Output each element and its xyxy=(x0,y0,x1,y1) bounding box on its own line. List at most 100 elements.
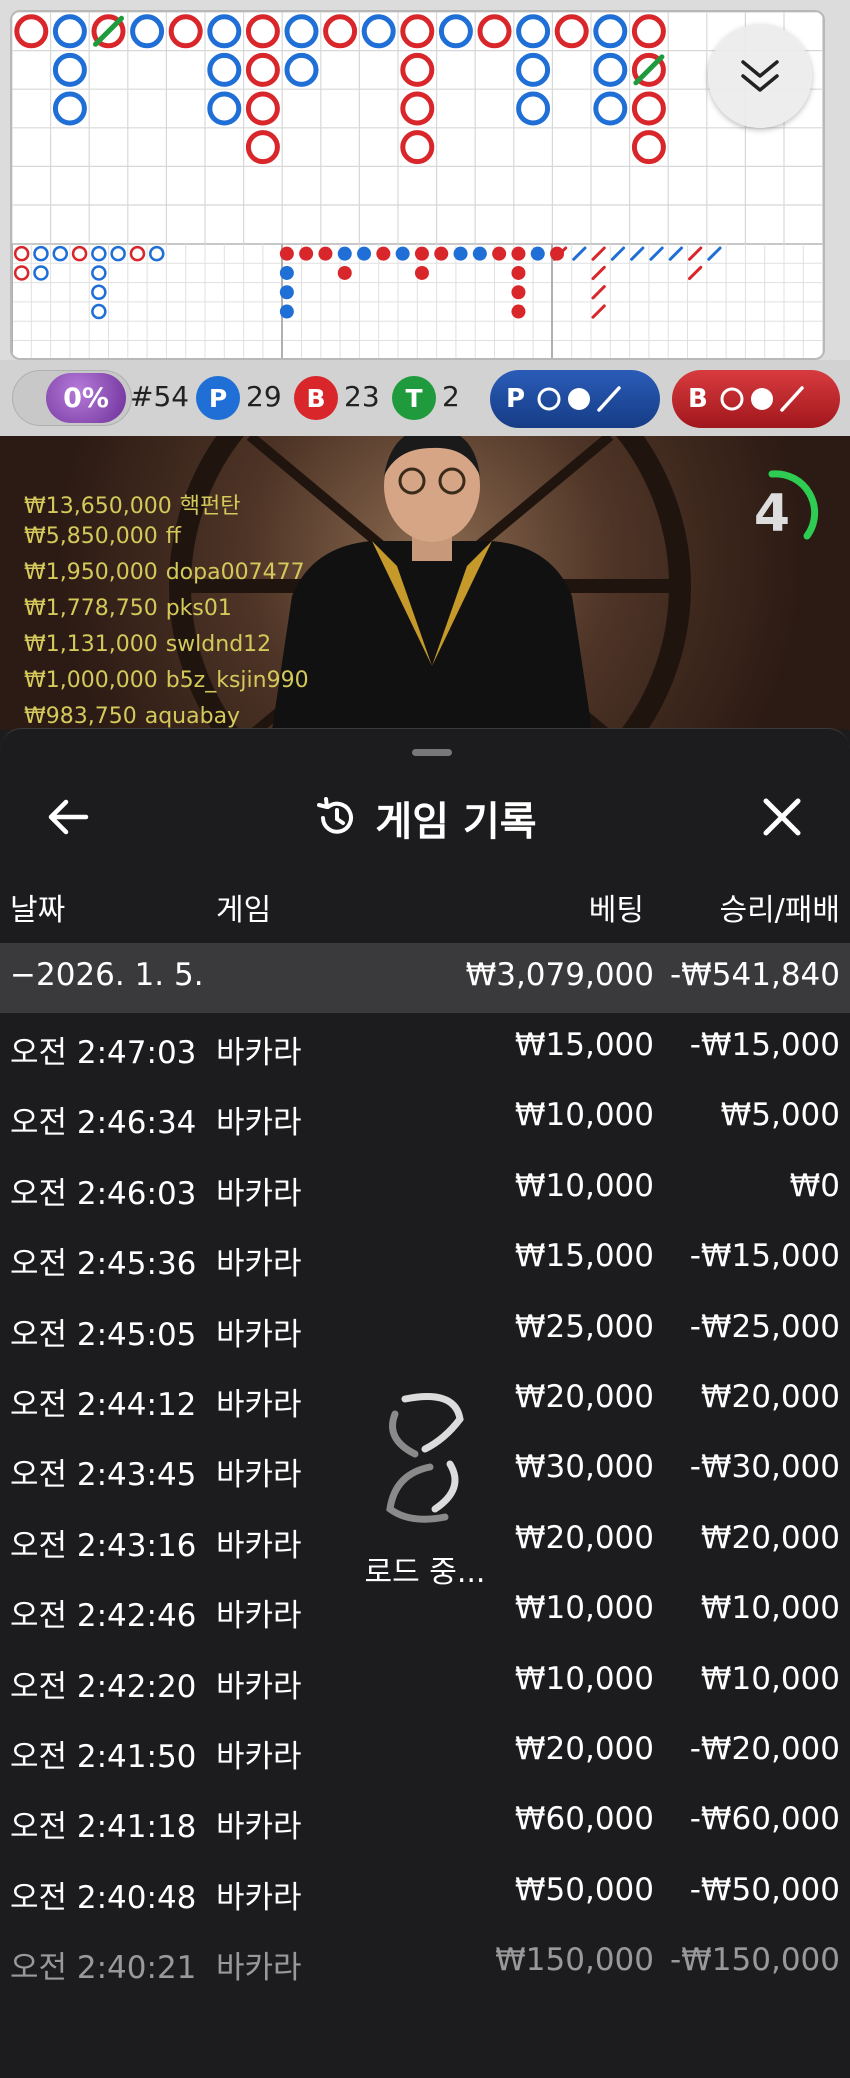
small-road-mark xyxy=(149,245,165,262)
row-game: 바카라 xyxy=(216,1668,302,1705)
history-row[interactable]: 오전 2:42:20 바카라 ₩10,000 ₩10,000 xyxy=(0,1647,850,1717)
column-bet[interactable]: 베팅 xyxy=(589,885,644,929)
player-mark xyxy=(52,14,87,49)
small-road-mark xyxy=(52,245,68,262)
roadmap-panel xyxy=(0,0,850,360)
player-mark xyxy=(516,52,551,87)
row-time: 오전 2:46:03 xyxy=(10,1175,197,1212)
banker-mark xyxy=(245,52,280,87)
live-video: ₩13,650,000 핵펀탄 ₩5,850,000 ff ₩1,950,000 do… xyxy=(0,436,850,730)
loading-spinner-icon xyxy=(386,1393,464,1523)
sheet-grab-handle[interactable] xyxy=(412,749,452,756)
row-time: 오전 2:43:16 xyxy=(10,1527,197,1564)
row-result: -₩15,000 xyxy=(689,1238,840,1275)
small-road-mark xyxy=(33,245,49,262)
history-row[interactable]: 오전 2:46:34 바카라 ₩10,000 ₩5,000 xyxy=(0,1083,850,1153)
row-game: 바카라 xyxy=(216,1386,302,1423)
history-row[interactable]: 오전 2:41:50 바카라 ₩20,000 -₩20,000 xyxy=(0,1717,850,1787)
row-bet: ₩10,000 xyxy=(514,1097,654,1134)
percent-pill[interactable]: 0% xyxy=(12,370,132,426)
player-mark xyxy=(593,14,628,49)
row-result: ₩20,000 xyxy=(700,1378,840,1415)
small-road-mark xyxy=(129,245,146,262)
collapse-roadmap-button[interactable] xyxy=(708,24,812,128)
chevron-down-icon xyxy=(741,60,779,92)
row-game: 바카라 xyxy=(216,1175,302,1212)
row-time: 오전 2:47:03 xyxy=(10,1035,197,1071)
small-road-mark xyxy=(110,245,126,262)
history-row[interactable]: 오전 2:40:48 바카라 ₩50,000 -₩50,000 xyxy=(0,1858,850,1928)
row-game: 바카라 xyxy=(216,1598,302,1635)
row-bet: ₩60,000 xyxy=(514,1801,654,1838)
row-game: 바카라 xyxy=(216,1457,302,1494)
day-result-total: -₩541,840 xyxy=(669,957,840,993)
row-game: 바카라 xyxy=(216,1246,302,1283)
player-mark xyxy=(438,14,473,49)
history-row[interactable]: 오전 2:45:36 바카라 ₩15,000 -₩15,000 xyxy=(0,1224,850,1294)
row-result: -₩30,000 xyxy=(689,1449,840,1486)
banker-mark xyxy=(400,130,435,165)
big-eye-mark xyxy=(318,246,333,261)
game-history-sheet: 게임 기록 날짜 게임 베팅 승리/패배 −2026. 1. 5. ₩3,079… xyxy=(0,728,850,2078)
player-predict-button[interactable]: P xyxy=(490,370,660,428)
tie-count: 2 xyxy=(442,380,460,413)
cockroach-mark xyxy=(668,246,683,261)
big-eye-mark xyxy=(376,246,391,261)
column-game[interactable]: 게임 xyxy=(216,885,271,929)
history-row[interactable]: 오전 2:45:05 바카라 ₩25,000 -₩25,000 xyxy=(0,1295,850,1365)
banker-mark xyxy=(631,130,666,165)
column-date[interactable]: 날짜 xyxy=(10,885,65,929)
top-bets-list: ₩13,650,000 핵펀탄 ₩5,850,000 ff ₩1,950,000 do… xyxy=(24,488,309,730)
big-eye-mark xyxy=(434,246,449,261)
small-road-mark xyxy=(33,265,49,281)
bet-row: ₩1,131,000 swldnd12 xyxy=(24,632,272,657)
big-eye-mark xyxy=(279,304,294,319)
player-mark xyxy=(52,91,87,126)
cockroach-mark xyxy=(572,246,587,261)
cockroach-mark xyxy=(591,285,606,300)
small-road-mark xyxy=(91,265,107,281)
row-game: 바카라 xyxy=(216,1950,302,1987)
big-eye-mark xyxy=(511,265,526,280)
tie-badge: T xyxy=(392,376,436,420)
player-mark xyxy=(516,91,551,126)
cockroach-mark xyxy=(630,246,645,261)
small-road-mark xyxy=(91,284,107,300)
big-eye-mark xyxy=(357,246,372,261)
small-road-mark xyxy=(91,303,107,320)
history-row[interactable]: 오전 2:41:18 바카라 ₩60,000 -₩60,000 xyxy=(0,1787,850,1857)
row-result: -₩25,000 xyxy=(689,1308,840,1345)
row-game: 바카라 xyxy=(216,1809,302,1846)
column-result[interactable]: 승리/패배 xyxy=(719,885,840,929)
player-mark xyxy=(516,14,551,49)
history-row[interactable]: 오전 2:46:03 바카라 ₩10,000 ₩0 xyxy=(0,1154,850,1224)
row-result: ₩10,000 xyxy=(700,1660,840,1697)
banker-mark xyxy=(554,14,589,49)
row-time: 오전 2:44:12 xyxy=(10,1386,197,1423)
player-mark xyxy=(593,52,628,87)
banker-predict-button[interactable]: B xyxy=(672,370,840,428)
row-time: 오전 2:40:21 xyxy=(10,1950,197,1987)
row-result: ₩10,000 xyxy=(700,1590,840,1627)
big-eye-mark xyxy=(414,265,429,280)
big-eye-mark xyxy=(453,246,468,261)
history-row[interactable]: 오전 2:40:21 바카라 ₩150,000 -₩150,000 xyxy=(0,1928,850,1998)
big-road-grid xyxy=(12,12,823,358)
banker-mark xyxy=(245,130,280,165)
bet-row: ₩13,650,000 핵펀탄 xyxy=(24,494,241,519)
close-button[interactable] xyxy=(752,787,812,847)
banker-mark xyxy=(323,14,358,49)
row-time: 오전 2:40:48 xyxy=(10,1879,197,1916)
row-bet: ₩150,000 xyxy=(495,1942,654,1979)
row-bet: ₩10,000 xyxy=(514,1167,654,1204)
row-bet: ₩30,000 xyxy=(514,1449,654,1486)
row-result: -₩60,000 xyxy=(689,1801,840,1838)
row-game: 바카라 xyxy=(216,1527,302,1564)
player-mark xyxy=(130,14,165,49)
row-time: 오전 2:46:34 xyxy=(10,1105,197,1142)
player-mark xyxy=(207,14,242,49)
big-eye-mark xyxy=(511,285,526,300)
history-row[interactable]: 오전 2:47:03 바카라 ₩15,000 -₩15,000 xyxy=(0,1013,850,1083)
day-summary-row[interactable]: −2026. 1. 5. ₩3,079,000 -₩541,840 xyxy=(0,943,850,1013)
row-time: 오전 2:42:20 xyxy=(10,1668,197,1705)
